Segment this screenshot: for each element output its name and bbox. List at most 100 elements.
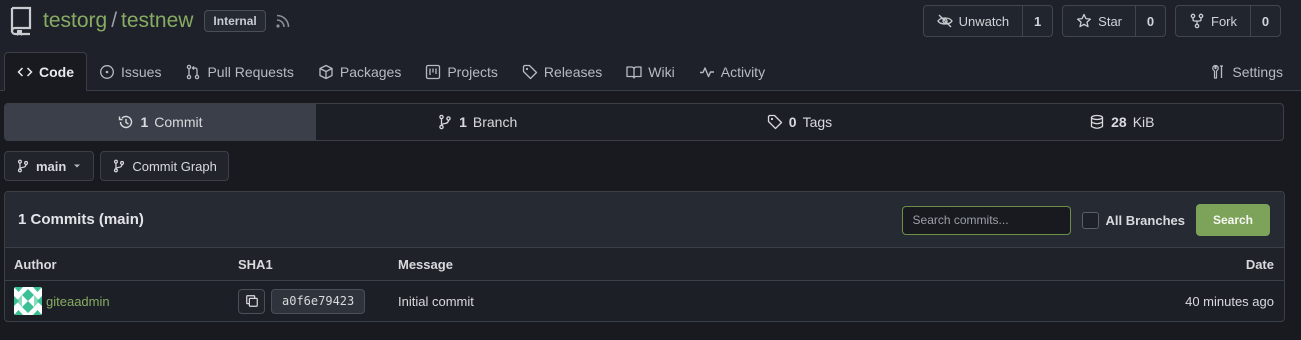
star-label: Star	[1098, 13, 1122, 29]
tab-label: Code	[39, 63, 74, 80]
tab-label: Pull Requests	[207, 63, 294, 80]
repo-name-link[interactable]: testnew	[121, 9, 193, 33]
book-icon	[626, 65, 642, 79]
tab-label: Wiki	[648, 63, 675, 80]
repository-icon	[10, 6, 32, 36]
search-button[interactable]: Search	[1196, 204, 1270, 236]
tab-wiki[interactable]: Wiki	[614, 52, 686, 91]
unwatch-label: Unwatch	[958, 13, 1010, 29]
star-count[interactable]: 0	[1135, 6, 1165, 36]
sha-link[interactable]: a0f6e79423	[271, 288, 366, 314]
settings-label: Settings	[1232, 63, 1283, 80]
watch-count[interactable]: 1	[1022, 6, 1052, 36]
branch-dropdown-value: main	[36, 158, 67, 174]
tab-releases[interactable]: Releases	[510, 52, 614, 91]
fork-icon	[1190, 13, 1204, 29]
star-button[interactable]: Star	[1063, 6, 1135, 36]
tab-label: Projects	[447, 63, 498, 80]
branch-controls: main Commit Graph	[4, 151, 229, 181]
author-link[interactable]: giteaadmin	[46, 294, 110, 309]
caret-down-icon	[74, 164, 81, 168]
commit-graph-label: Commit Graph	[132, 158, 217, 174]
commit-date: 40 minutes ago	[1185, 293, 1274, 309]
pulse-icon	[699, 66, 714, 77]
project-icon	[426, 64, 441, 79]
message-cell: Initial commit	[398, 294, 1084, 309]
tools-icon	[1212, 64, 1224, 79]
stat-branches[interactable]: 1 Branch	[316, 104, 638, 140]
tab-pull-requests[interactable]: Pull Requests	[173, 52, 305, 91]
branch-dropdown[interactable]: main	[4, 151, 95, 181]
commit-label: Commit	[154, 114, 203, 130]
tag-icon	[522, 64, 538, 79]
column-date: Date	[1245, 256, 1274, 272]
repo-separator: /	[111, 9, 118, 32]
database-icon	[1090, 114, 1104, 129]
tab-issues[interactable]: Issues	[87, 52, 173, 91]
stat-tags[interactable]: 0 Tags	[638, 104, 960, 140]
tab-label: Activity	[720, 63, 766, 80]
tab-projects[interactable]: Projects	[413, 52, 510, 91]
tab-activity[interactable]: Activity	[687, 52, 777, 91]
size-value: 28	[1111, 114, 1127, 130]
code-icon	[17, 66, 33, 77]
history-icon	[119, 115, 133, 129]
fork-label: Fork	[1211, 13, 1237, 29]
copy-icon	[245, 295, 258, 307]
stat-commits[interactable]: 1 Commit	[5, 104, 316, 140]
tag-icon	[767, 114, 782, 130]
rss-icon[interactable]	[275, 13, 291, 29]
branch-icon	[17, 159, 29, 173]
copy-sha-button[interactable]	[238, 288, 265, 314]
visibility-badge: Internal	[204, 10, 266, 32]
repo-tabs: Code Issues Pull Requests Packages Proje…	[4, 52, 777, 91]
issue-icon	[100, 64, 114, 79]
repo-header: testorg / testnew Internal Unwatch 1 Sta…	[0, 0, 1301, 91]
fork-count[interactable]: 0	[1250, 6, 1280, 36]
eye-closed-icon	[936, 14, 953, 28]
commit-count: 1	[140, 114, 149, 130]
column-author: Author	[14, 256, 57, 272]
pull-request-icon	[187, 64, 200, 79]
avatar[interactable]	[14, 287, 42, 315]
branch-label: Branch	[472, 114, 518, 130]
tab-code[interactable]: Code	[4, 52, 87, 91]
fork-group: Fork 0	[1175, 5, 1281, 37]
branch-icon	[439, 114, 451, 130]
tag-count: 0	[788, 114, 797, 130]
stat-size[interactable]: 28 KiB	[961, 104, 1283, 140]
column-message: Message	[398, 256, 453, 272]
watch-group: Unwatch 1	[922, 5, 1054, 37]
size-unit: KiB	[1132, 114, 1155, 130]
tab-label: Issues	[121, 63, 162, 80]
repo-stats-bar: 1 Commit 1 Branch 0 Tags 28 KiB	[4, 103, 1284, 141]
all-branches-label: All Branches	[1105, 212, 1185, 228]
tag-label: Tags	[802, 114, 833, 130]
tab-packages[interactable]: Packages	[306, 52, 413, 91]
repo-title: testorg / testnew Internal	[8, 6, 291, 36]
author-cell: giteaadmin	[5, 287, 238, 315]
commits-panel: 1 Commits (main) All Branches Search Aut…	[4, 191, 1285, 322]
unwatch-button[interactable]: Unwatch	[924, 6, 1023, 36]
star-icon	[1077, 13, 1092, 28]
all-branches-checkbox[interactable]	[1081, 211, 1099, 229]
repo-actions: Unwatch 1 Star 0 Fork 0	[922, 5, 1281, 37]
column-sha: SHA1	[238, 256, 273, 272]
branch-count: 1	[459, 114, 467, 130]
commit-message-link[interactable]: Initial commit	[398, 294, 474, 309]
commits-header: 1 Commits (main) All Branches Search	[5, 192, 1284, 248]
star-group: Star 0	[1062, 5, 1166, 37]
commits-table-header: Author SHA1 Message Date	[5, 248, 1284, 281]
commit-search-area: All Branches Search	[901, 204, 1270, 236]
tab-label: Packages	[339, 63, 402, 80]
branch-icon	[114, 159, 125, 173]
sha-cell: a0f6e79423	[238, 288, 398, 314]
repo-owner-link[interactable]: testorg	[43, 9, 107, 33]
tab-label: Releases	[543, 63, 603, 80]
fork-button[interactable]: Fork	[1176, 6, 1250, 36]
package-icon	[319, 64, 333, 79]
commit-graph-button[interactable]: Commit Graph	[100, 151, 229, 181]
tab-settings[interactable]: Settings	[1210, 52, 1283, 91]
table-row: giteaadmin a0f6e79423 Initial commit 40 …	[5, 281, 1284, 321]
search-commits-input[interactable]	[901, 205, 1071, 235]
